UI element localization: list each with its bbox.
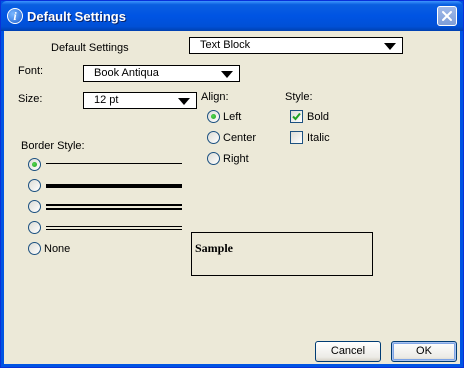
sample-preview: Sample (191, 232, 373, 276)
ok-button[interactable]: OK (391, 341, 457, 362)
font-dropdown[interactable]: Book Antiqua (83, 65, 240, 82)
border-thin-double-line-top (46, 226, 182, 227)
size-value: 12 pt (94, 94, 119, 106)
border-thick-line (46, 184, 182, 188)
italic-checkbox[interactable] (290, 131, 303, 144)
border-double-line-top (46, 204, 182, 206)
border-thin-radio[interactable] (28, 158, 41, 171)
chevron-down-icon (384, 43, 396, 50)
cancel-button[interactable]: Cancel (315, 341, 381, 362)
italic-label[interactable]: Italic (307, 132, 330, 144)
align-left-radio[interactable] (207, 110, 220, 123)
border-thin-double-line-bottom (46, 229, 182, 230)
chevron-down-icon (178, 98, 190, 105)
settings-target-dropdown[interactable]: Text Block (189, 37, 403, 54)
border-double-line-bottom (46, 208, 182, 210)
dialog-window: i Default Settings Default Settings Text… (0, 0, 464, 368)
border-double-radio[interactable] (28, 200, 41, 213)
sample-text: Sample (195, 241, 234, 255)
close-icon (442, 11, 452, 21)
font-label: Font: (18, 65, 44, 77)
close-button[interactable] (437, 6, 457, 26)
settings-target-value: Text Block (200, 39, 251, 51)
border-none-radio[interactable] (28, 242, 41, 255)
border-thin-double-radio[interactable] (28, 221, 41, 234)
info-icon: i (7, 8, 23, 24)
border-thick-radio[interactable] (28, 179, 41, 192)
style-label: Style: (285, 91, 313, 103)
size-label: Size: (18, 93, 43, 105)
chevron-down-icon (221, 71, 233, 78)
dialog-body: Default Settings Text Block Font: Book A… (4, 31, 460, 364)
font-value: Book Antiqua (94, 67, 159, 79)
border-none-label[interactable]: None (44, 243, 70, 255)
align-label: Align: (201, 91, 229, 103)
window-title: Default Settings (27, 9, 126, 24)
align-center-radio[interactable] (207, 131, 220, 144)
border-style-label: Border Style: (21, 140, 85, 152)
align-right-radio[interactable] (207, 152, 220, 165)
bold-checkbox[interactable] (290, 110, 303, 123)
size-dropdown[interactable]: 12 pt (83, 92, 197, 109)
align-right-label[interactable]: Right (223, 153, 249, 165)
bold-label[interactable]: Bold (307, 111, 329, 123)
title-bar[interactable]: i Default Settings (1, 1, 463, 31)
settings-target-label: Default Settings (51, 42, 129, 54)
border-thin-line (46, 163, 182, 164)
align-center-label[interactable]: Center (223, 132, 256, 144)
align-left-label[interactable]: Left (223, 111, 241, 123)
checkmark-icon (292, 112, 301, 121)
